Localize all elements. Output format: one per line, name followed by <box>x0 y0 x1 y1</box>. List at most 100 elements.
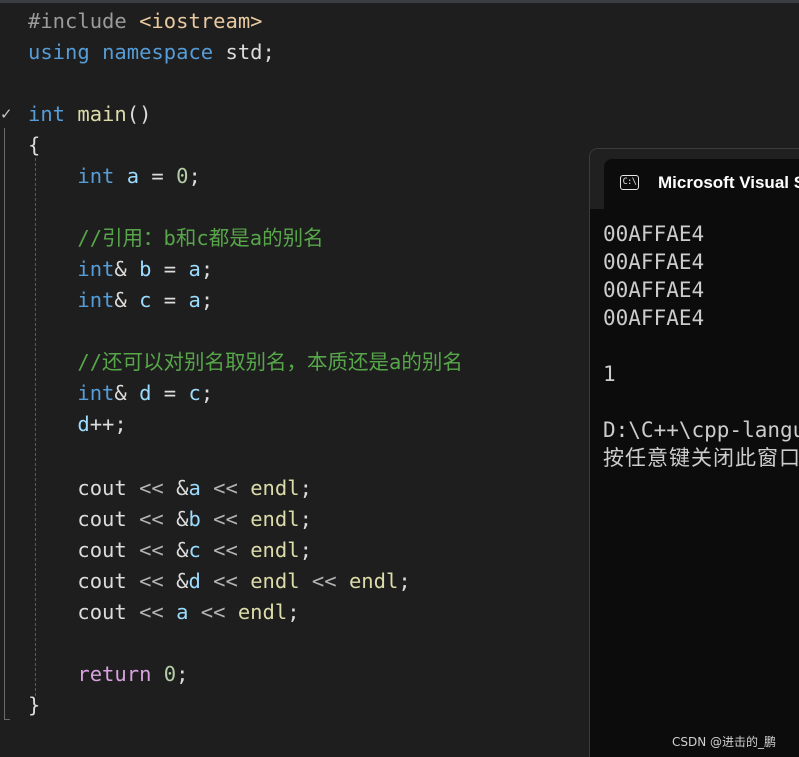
collapse-arrow-icon[interactable]: ✓ <box>0 106 13 122</box>
code-token: c <box>139 288 152 312</box>
code-token: << <box>126 507 177 531</box>
code-line[interactable]: cout << &a << endl; <box>28 473 312 504</box>
code-line[interactable]: d++; <box>28 409 127 440</box>
code-token: cout <box>77 600 127 624</box>
console-output: 00AFFAE4 00AFFAE4 00AFFAE4 00AFFAE4 1 D:\C++\… <box>603 220 799 472</box>
code-token: << <box>188 600 238 624</box>
code-token: ++; <box>89 412 127 436</box>
fold-region-end <box>4 719 10 720</box>
code-token: & <box>176 538 189 562</box>
code-token: } <box>28 693 41 717</box>
code-token: ; <box>299 476 312 500</box>
code-token: return <box>77 662 152 686</box>
code-token: a <box>126 164 140 188</box>
code-token: int <box>77 288 115 312</box>
code-token: b <box>139 257 152 281</box>
console-output-line: D:\C++\cpp-language\Project1\Debug\Proje… <box>603 418 799 442</box>
code-line[interactable]: cout << a << endl; <box>28 597 300 628</box>
code-token: ; <box>398 569 411 593</box>
code-line[interactable]: using namespace std; <box>28 37 275 68</box>
code-line[interactable]: return 0; <box>28 659 188 690</box>
code-token: #include <box>28 9 140 33</box>
code-token: << <box>126 476 177 500</box>
console-output-line: 00AFFAE4 <box>603 306 705 330</box>
code-token: ; <box>188 164 201 188</box>
csdn-watermark: CSDN @进击的_鹏 <box>672 735 777 749</box>
code-token: c <box>188 381 201 405</box>
code-token: = <box>139 164 177 188</box>
code-token: = <box>151 288 189 312</box>
code-line[interactable]: int& b = a; <box>28 254 213 285</box>
code-token: << <box>299 569 349 593</box>
code-token: int <box>77 381 115 405</box>
code-line[interactable]: { <box>28 130 40 161</box>
code-token: <iostream> <box>139 9 263 33</box>
code-token: & <box>114 288 140 312</box>
code-token: << <box>126 600 177 624</box>
code-token: endl <box>250 569 300 593</box>
code-token: << <box>126 538 177 562</box>
code-line[interactable]: } <box>28 690 40 721</box>
code-line[interactable]: cout << &c << endl; <box>28 535 312 566</box>
code-token: a <box>188 288 201 312</box>
code-token: & <box>176 507 189 531</box>
code-line[interactable]: int& c = a; <box>28 285 213 316</box>
console-title: Microsoft Visual Studio 调试控制台 <box>658 173 799 192</box>
console-output-line: 00AFFAE4 <box>603 222 705 246</box>
code-token: using <box>28 40 90 64</box>
code-token: int <box>28 102 66 126</box>
code-token: ; <box>176 662 189 686</box>
console-app-icon: C:\ <box>620 175 639 190</box>
code-token: a <box>176 600 189 624</box>
console-output-line: 00AFFAE4 <box>603 278 705 302</box>
code-token: //还可以对别名取别名，本质还是a的别名 <box>77 350 463 374</box>
code-line[interactable]: int a = 0; <box>28 161 201 192</box>
console-tab[interactable]: C:\ Microsoft Visual Studio 调试控制台 <box>604 159 799 209</box>
code-line[interactable]: //引用：b和c都是a的别名 <box>28 223 324 254</box>
code-line[interactable]: int main() <box>28 99 151 130</box>
code-token: { <box>28 133 41 157</box>
code-token: d <box>139 381 152 405</box>
code-token: & <box>114 381 140 405</box>
code-token: << <box>200 476 251 500</box>
code-token: cout <box>77 538 127 562</box>
code-token: ; <box>299 507 312 531</box>
code-token: a <box>188 257 201 281</box>
code-token: cout <box>77 476 127 500</box>
code-token: main <box>77 102 127 126</box>
code-token: ; <box>200 381 214 405</box>
code-token: d <box>188 569 201 593</box>
console-titlebar[interactable]: C:\ Microsoft Visual Studio 调试控制台 <box>590 149 799 209</box>
code-token: & <box>176 476 189 500</box>
code-token: 0 <box>163 662 177 686</box>
console-output-line: 1 <box>603 362 616 386</box>
code-token: ; <box>287 600 300 624</box>
code-token: cout <box>77 569 127 593</box>
debug-console-window[interactable]: C:\ Microsoft Visual Studio 调试控制台 00AFFA… <box>589 148 799 757</box>
code-token: ; <box>299 538 312 562</box>
code-line[interactable]: cout << &d << endl << endl; <box>28 566 411 597</box>
code-line[interactable]: //还可以对别名取别名，本质还是a的别名 <box>28 347 463 378</box>
code-token: b <box>188 507 201 531</box>
code-line[interactable]: #include <iostream> <box>28 6 263 37</box>
code-line[interactable]: cout << &b << endl; <box>28 504 312 535</box>
code-token: //引用：b和c都是a的别名 <box>77 226 324 250</box>
code-token: std; <box>213 40 275 64</box>
code-line[interactable]: int& d = c; <box>28 378 213 409</box>
code-token: = <box>151 381 189 405</box>
code-token: & <box>114 257 140 281</box>
code-token: ; <box>200 288 214 312</box>
